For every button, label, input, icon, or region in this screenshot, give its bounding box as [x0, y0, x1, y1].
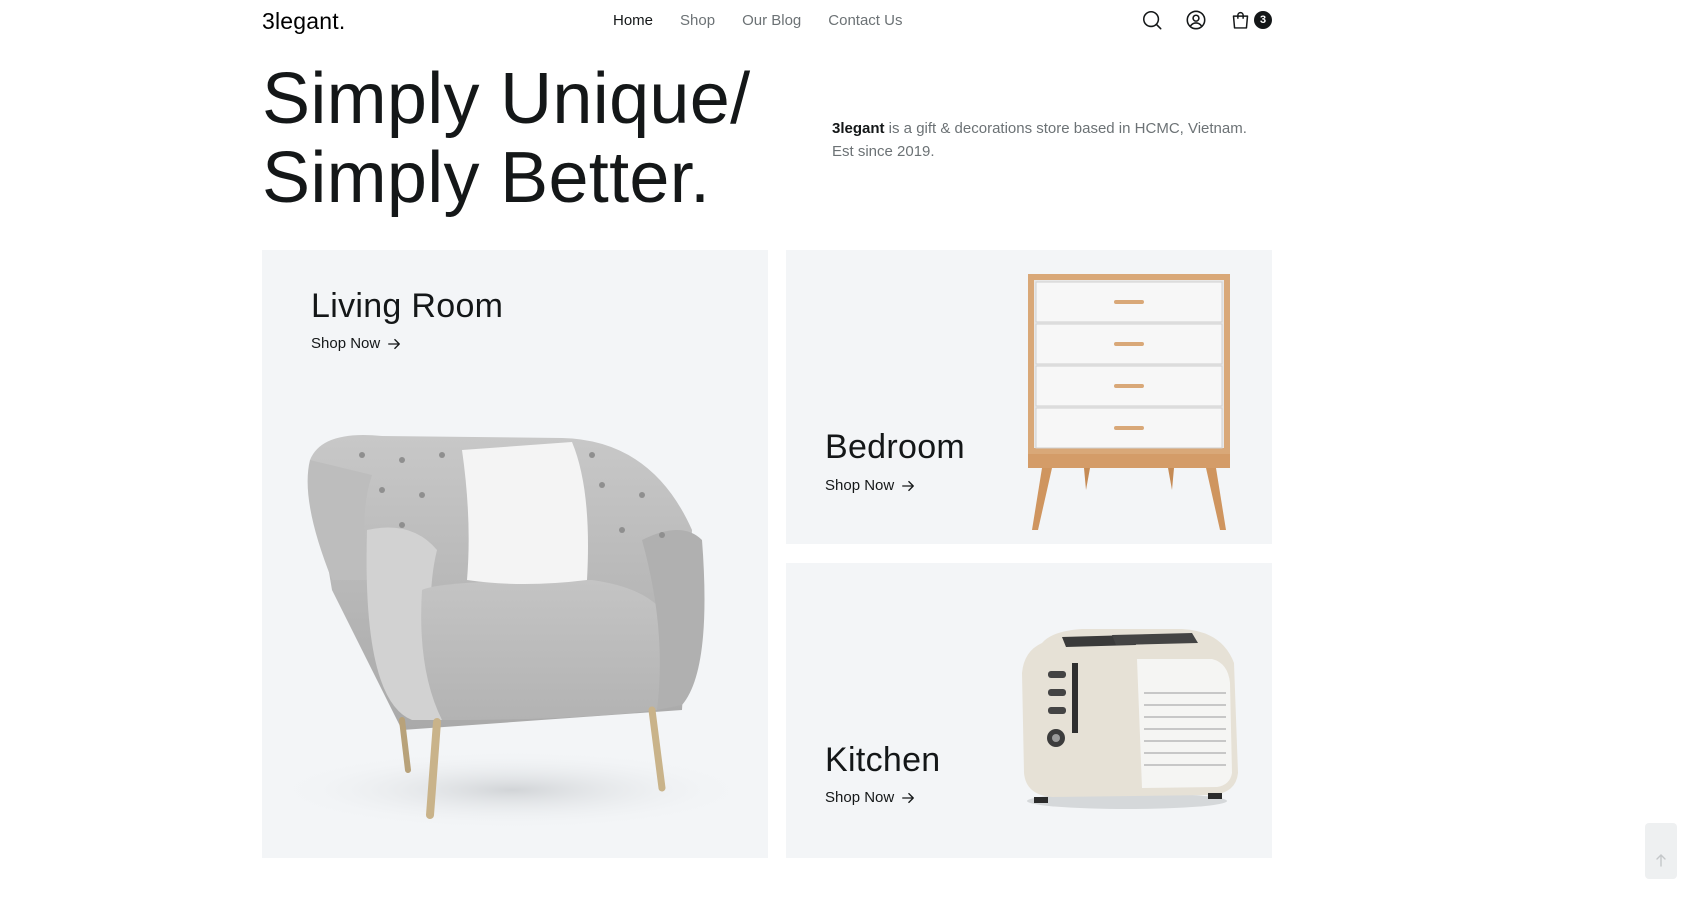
main-nav: Home Shop Our Blog Contact Us	[613, 12, 902, 29]
shop-now-label: Shop Now	[825, 789, 895, 806]
search-icon[interactable]	[1140, 8, 1164, 32]
armchair-image	[272, 435, 752, 830]
dresser-image	[1028, 274, 1230, 530]
category-card-kitchen[interactable]: Kitchen Shop Now	[786, 563, 1272, 858]
arrow-right-icon	[902, 792, 915, 804]
hero-description-text: is a gift & decorations store based in H…	[832, 120, 1247, 160]
shop-now-label: Shop Now	[825, 477, 895, 494]
site-header: 3legant. Home Shop Our Blog Contact Us 3	[262, 0, 1272, 42]
category-card-bedroom[interactable]: Bedroom Shop Now	[786, 250, 1272, 544]
user-icon[interactable]	[1184, 8, 1208, 32]
nav-link-shop[interactable]: Shop	[680, 12, 715, 29]
cart-count-badge: 3	[1254, 11, 1272, 29]
back-to-top-button[interactable]	[1645, 823, 1677, 879]
category-title: Kitchen	[825, 741, 941, 779]
toaster-image	[1022, 629, 1238, 809]
category-title: Bedroom	[825, 428, 966, 466]
shop-now-link[interactable]: Shop Now	[825, 789, 915, 807]
nav-link-blog[interactable]: Our Blog	[742, 12, 801, 29]
hero-title-line1: Simply Unique/	[262, 59, 751, 139]
shop-now-link[interactable]: Shop Now	[825, 477, 915, 495]
arrow-right-icon	[902, 480, 915, 492]
nav-link-contact[interactable]: Contact Us	[828, 12, 902, 29]
shopping-bag-icon	[1228, 8, 1252, 32]
brand-name: 3legant	[832, 120, 885, 137]
nav-link-home[interactable]: Home	[613, 12, 653, 29]
hero-title: Simply Unique/ Simply Better.	[262, 60, 750, 218]
cart-button[interactable]: 3	[1228, 8, 1272, 32]
hero-title-line2: Simply Better.	[262, 138, 711, 218]
header-actions: 3	[1140, 8, 1272, 32]
hero-description: 3legant is a gift & decorations store ba…	[832, 117, 1262, 163]
category-card-living-room[interactable]: Living Room Shop Now	[262, 250, 768, 858]
arrow-up-icon	[1656, 854, 1666, 867]
site-logo[interactable]: 3legant.	[262, 8, 345, 35]
